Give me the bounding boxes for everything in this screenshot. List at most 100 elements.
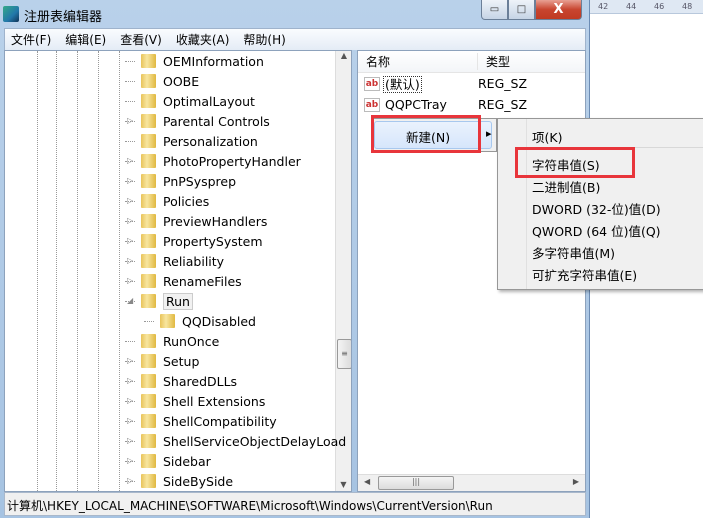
ruler: 42 44 46 48	[590, 0, 703, 14]
expand-arrow-icon[interactable]: ▷	[127, 116, 133, 125]
expand-arrow-icon[interactable]: ▷	[127, 356, 133, 365]
scroll-thumb[interactable]: ≡	[337, 338, 351, 369]
menu-file[interactable]: 文件(F)	[11, 31, 51, 48]
expand-arrow-icon[interactable]: ▷	[127, 176, 133, 185]
registry-tree: ▲ ≡ ▼ OEMInformation OOBE OptimalLayout ▷ Pa…	[4, 50, 352, 492]
submenu-item[interactable]: 多字符串值(M)	[532, 243, 615, 262]
expand-arrow-icon[interactable]: ▷	[127, 236, 133, 245]
scroll-right-arrow[interactable]: ▶	[573, 477, 579, 486]
submenu-item[interactable]: DWORD (32-位)值(D)	[532, 199, 661, 218]
ruler-tick: 44	[626, 2, 637, 11]
tree-item[interactable]: ShellCompatibility	[141, 411, 277, 431]
expand-arrow-icon[interactable]: ▷	[127, 376, 133, 385]
tree-item[interactable]: QQDisabled	[160, 311, 256, 331]
submenu-item[interactable]: 二进制值(B)	[532, 177, 600, 196]
tree-item[interactable]: SharedDLLs	[141, 371, 237, 391]
folder-icon	[141, 234, 156, 248]
folder-icon	[160, 314, 175, 328]
tree-item[interactable]: Setup	[141, 351, 199, 371]
scroll-down-arrow[interactable]: ▼	[336, 480, 351, 489]
status-bar-path: 计算机\HKEY_LOCAL_MACHINE\SOFTWARE\Microsof…	[4, 492, 586, 516]
tree-item[interactable]: Parental Controls	[141, 111, 270, 131]
folder-icon	[141, 394, 156, 408]
tree-item[interactable]: Reliability	[141, 251, 224, 271]
minimize-button[interactable]: ▭	[481, 0, 508, 20]
folder-icon	[141, 54, 156, 68]
tree-item[interactable]: OptimalLayout	[141, 91, 255, 111]
tree-item[interactable]: OOBE	[141, 71, 199, 91]
folder-icon	[141, 454, 156, 468]
menu-edit[interactable]: 编辑(E)	[65, 31, 106, 48]
submenu-item[interactable]: 可扩充字符串值(E)	[532, 265, 637, 284]
tree-guide-line	[37, 51, 38, 491]
tree-item-label: SideBySide	[163, 473, 234, 489]
title-bar[interactable]: 注册表编辑器 ▭ □ X	[0, 0, 590, 28]
tree-scrollbar[interactable]: ▲ ≡ ▼	[335, 51, 351, 491]
tree-item[interactable]: Personalization	[141, 131, 258, 151]
maximize-button[interactable]: □	[508, 0, 535, 20]
expand-arrow-icon[interactable]: ▷	[127, 456, 133, 465]
tree-item[interactable]: Policies	[141, 191, 209, 211]
folder-icon	[141, 474, 156, 488]
ruler-tick: 48	[682, 2, 693, 11]
expand-arrow-icon[interactable]: ▷	[127, 156, 133, 165]
tree-item-label: Policies	[163, 193, 210, 209]
scroll-left-arrow[interactable]: ◀	[364, 477, 370, 486]
menu-help[interactable]: 帮助(H)	[243, 31, 285, 48]
folder-icon	[141, 134, 156, 148]
tree-item[interactable]: PreviewHandlers	[141, 211, 267, 231]
tree-connector	[125, 101, 135, 102]
tree-item[interactable]: OEMInformation	[141, 51, 264, 71]
expand-arrow-icon[interactable]: ▷	[127, 196, 133, 205]
folder-icon	[141, 434, 156, 448]
column-name[interactable]: 名称	[358, 53, 478, 70]
tree-item[interactable]: RunOnce	[141, 331, 219, 351]
folder-icon	[141, 254, 156, 268]
list-horizontal-scrollbar[interactable]: ◀ ||| ▶	[358, 474, 585, 491]
expand-arrow-icon[interactable]: ▷	[127, 416, 133, 425]
expand-arrow-icon[interactable]: ▷	[127, 216, 133, 225]
tree-item-label: OptimalLayout	[163, 93, 255, 109]
submenu-item[interactable]: QWORD (64 位)值(Q)	[532, 221, 661, 240]
expand-arrow-icon[interactable]: ▷	[127, 396, 133, 405]
tree-connector	[125, 81, 135, 82]
tree-connector	[125, 341, 135, 342]
value-row[interactable]: ab QQPCTray REG_SZ	[358, 94, 585, 115]
tree-guide-line	[77, 51, 78, 491]
tree-item[interactable]: Shell Extensions	[141, 391, 265, 411]
value-row[interactable]: ab (默认) REG_SZ	[358, 73, 585, 94]
tree-item-label: QQDisabled	[182, 313, 256, 329]
tree-item[interactable]: ShellServiceObjectDelayLoad	[141, 431, 346, 451]
collapse-arrow-icon[interactable]: ◢	[127, 296, 133, 305]
string-value-icon: ab	[364, 97, 380, 112]
new-submenu: 项(K) 字符串值(S) 二进制值(B) DWORD (32-位)值(D) QWORD …	[497, 118, 703, 290]
submenu-item[interactable]: 项(K)	[532, 127, 562, 146]
tree-item[interactable]: SideBySide	[141, 471, 233, 491]
tree-item[interactable]: Sidebar	[141, 451, 211, 471]
value-name: (默认)	[383, 76, 422, 93]
expand-arrow-icon[interactable]: ▷	[127, 276, 133, 285]
tree-guide-line	[119, 51, 120, 491]
tree-connector	[125, 61, 135, 62]
tree-item[interactable]: Run	[141, 291, 193, 311]
tree-item-label: PreviewHandlers	[163, 213, 268, 229]
tree-item-label: SharedDLLs	[163, 373, 238, 389]
tree-item[interactable]: PnPSysprep	[141, 171, 236, 191]
list-header: 名称 类型	[358, 51, 585, 73]
scroll-thumb[interactable]: |||	[378, 476, 454, 490]
expand-arrow-icon[interactable]: ▷	[127, 256, 133, 265]
expand-arrow-icon[interactable]: ▷	[127, 436, 133, 445]
column-type[interactable]: 类型	[478, 53, 510, 70]
tree-item-label: Parental Controls	[163, 113, 270, 129]
close-button[interactable]: X	[535, 0, 582, 20]
tree-item[interactable]: PropertySystem	[141, 231, 263, 251]
tree-item[interactable]: PhotoPropertyHandler	[141, 151, 301, 171]
folder-icon	[141, 154, 156, 168]
folder-icon	[141, 354, 156, 368]
tree-item[interactable]: RenameFiles	[141, 271, 242, 291]
menu-favorites[interactable]: 收藏夹(A)	[176, 31, 230, 48]
tree-item-label: OOBE	[163, 73, 200, 89]
scroll-up-arrow[interactable]: ▲	[336, 51, 351, 60]
menu-view[interactable]: 查看(V)	[120, 31, 162, 48]
expand-arrow-icon[interactable]: ▷	[127, 476, 133, 485]
